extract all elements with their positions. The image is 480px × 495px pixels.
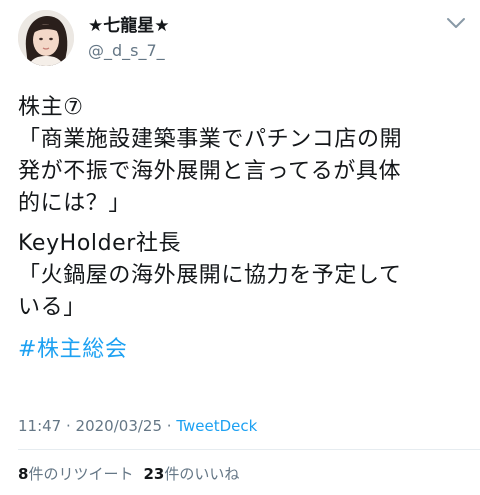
chevron-down-icon[interactable] bbox=[446, 16, 466, 30]
retweet-count: 8 bbox=[18, 465, 29, 483]
tweet-text: 株主⑦ 「商業施設建築事業でパチンコ店の開 発が不振で海外展開と言ってるが具体 … bbox=[18, 92, 468, 366]
tweet-line: 「商業施設建築事業でパチンコ店の開 bbox=[18, 127, 403, 152]
tweet-source-link[interactable]: TweetDeck bbox=[176, 417, 257, 435]
retweets-stat[interactable]: 8件のリツイート bbox=[18, 465, 133, 483]
tweet-line: いる」 bbox=[18, 295, 86, 320]
tweet-line: 発が不振で海外展開と言ってるが具体 bbox=[18, 159, 402, 184]
username[interactable]: @_d_s_7_ bbox=[88, 41, 165, 61]
likes-stat[interactable]: 23件のいいね bbox=[143, 465, 239, 483]
divider bbox=[18, 449, 480, 450]
tweet-meta: 11:47 · 2020/03/25 · TweetDeck bbox=[18, 417, 257, 435]
tweet-stats: 8件のリツイート 23件のいいね bbox=[18, 463, 239, 484]
like-label: 件のいいね bbox=[164, 465, 240, 483]
retweet-label: 件のリツイート bbox=[28, 465, 134, 483]
tweet-time[interactable]: 11:47 bbox=[18, 417, 61, 435]
avatar-image bbox=[18, 10, 74, 66]
tweet-header: ★七龍星★ @_d_s_7_ bbox=[0, 0, 480, 80]
tweet-line: KeyHolder社長 bbox=[18, 231, 182, 256]
meta-separator: · bbox=[162, 417, 177, 435]
tweet-line: 株主⑦ bbox=[18, 95, 84, 120]
tweet-date[interactable]: 2020/03/25 bbox=[76, 417, 162, 435]
meta-separator: · bbox=[61, 417, 76, 435]
avatar[interactable] bbox=[18, 10, 74, 66]
hashtag-link[interactable]: #株主総会 bbox=[18, 334, 468, 366]
tweet-line: 的には？」 bbox=[18, 191, 132, 216]
like-count: 23 bbox=[143, 465, 165, 483]
tweet-line: 「火鍋屋の海外展開に協力を予定して bbox=[18, 263, 402, 288]
display-name[interactable]: ★七龍星★ bbox=[88, 16, 169, 36]
